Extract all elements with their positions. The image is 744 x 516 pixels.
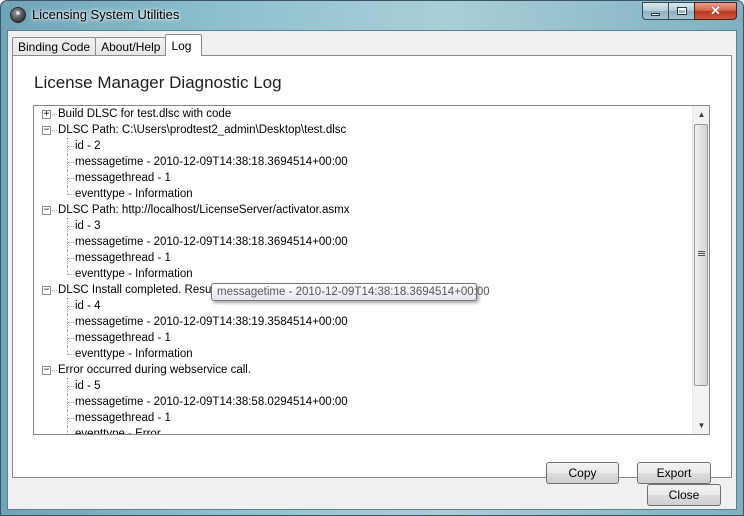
tree-connector — [68, 418, 74, 419]
tree-leaf[interactable]: eventtype - Information — [34, 186, 691, 202]
tree-node-tooltip: messagetime - 2010-12-09T14:38:18.369451… — [211, 283, 490, 301]
tree-leaf-label: eventtype - Information — [75, 348, 193, 360]
tab-binding-code[interactable]: Binding Code — [12, 37, 97, 56]
tree-leaf[interactable]: messagethread - 1 — [34, 330, 691, 346]
tree-leaf-label: eventtype - Information — [75, 268, 193, 280]
tree-connector — [67, 346, 68, 354]
tree-leaf-label: id - 5 — [75, 380, 101, 392]
collapse-icon[interactable]: − — [42, 126, 51, 135]
tree-connector — [52, 210, 57, 211]
app-window: Licensing System Utilities ✕ Binding Cod… — [0, 0, 744, 516]
tree-leaf[interactable]: eventtype - Information — [34, 346, 691, 362]
tree-connector — [68, 306, 74, 307]
caption-buttons: ✕ — [642, 2, 737, 20]
tree-leaf-label: messagethread - 1 — [75, 172, 171, 184]
tree-connector — [68, 386, 74, 387]
tree-leaf-label: eventtype - Error — [75, 428, 161, 434]
tree-rows: + Build DLSC for test.dlsc with code − DLSC… — [34, 106, 691, 434]
grip-icon — [698, 251, 705, 257]
tree-connector — [68, 226, 74, 227]
tree-leaf-label: messagethread - 1 — [75, 332, 171, 344]
close-icon: ✕ — [710, 3, 721, 18]
tree-connector — [68, 354, 74, 355]
maximize-button[interactable] — [668, 2, 694, 20]
copy-button[interactable]: Copy — [546, 462, 619, 484]
expand-icon[interactable]: + — [42, 110, 51, 119]
tree-connector — [68, 194, 74, 195]
tree-connector — [68, 242, 74, 243]
tab-log[interactable]: Log — [165, 34, 203, 56]
tree-leaf[interactable]: messagethread - 1 — [34, 170, 691, 186]
tree-leaf-label: messagetime - 2010-12-09T14:38:58.029451… — [75, 396, 348, 408]
tree-node[interactable]: − DLSC Path: http://localhost/LicenseServ… — [34, 202, 691, 218]
tree-connector — [52, 114, 57, 115]
close-button[interactable]: Close — [647, 484, 721, 506]
tree-node[interactable]: − DLSC Path: C:\Users\prodtest2_admin\Des… — [34, 122, 691, 138]
tree-leaf[interactable]: eventtype - Error — [34, 426, 691, 434]
tree-leaf-label: messagethread - 1 — [75, 412, 171, 424]
tree-leaf-label: id - 3 — [75, 220, 101, 232]
tree-leaf-label: id - 2 — [75, 140, 101, 152]
tree-leaf[interactable]: messagetime - 2010-12-09T14:38:58.029451… — [34, 394, 691, 410]
collapse-icon[interactable]: − — [42, 206, 51, 215]
tree-connector — [67, 186, 68, 194]
tree-leaf-label: messagetime - 2010-12-09T14:38:18.369451… — [75, 156, 348, 168]
tree-leaf[interactable]: messagethread - 1 — [34, 250, 691, 266]
tree-connector — [52, 370, 57, 371]
tree-leaf-label: messagetime - 2010-12-09T14:38:18.369451… — [75, 236, 348, 248]
tree-node-label: Build DLSC for test.dlsc with code — [58, 108, 232, 120]
tree-node-label: DLSC Path: C:\Users\prodtest2_admin\Desk… — [58, 124, 347, 136]
close-window-button[interactable]: ✕ — [694, 2, 737, 20]
vertical-scrollbar[interactable]: ▲ ▼ — [692, 106, 709, 434]
tree-connector — [52, 290, 57, 291]
tree-leaf[interactable]: id - 2 — [34, 138, 691, 154]
tree-leaf[interactable]: id - 3 — [34, 218, 691, 234]
title-bar[interactable]: Licensing System Utilities ✕ — [1, 1, 743, 29]
tree-node[interactable]: − Error occurred during webservice call. — [34, 362, 691, 378]
scroll-down-icon[interactable]: ▼ — [693, 417, 709, 434]
tree-leaf-label: eventtype - Information — [75, 188, 193, 200]
collapse-icon[interactable]: − — [42, 366, 51, 375]
tree-node-label: Error occurred during webservice call. — [58, 364, 252, 376]
tree-leaf[interactable]: id - 5 — [34, 378, 691, 394]
tab-strip: Binding Code About/Help Log — [12, 34, 203, 56]
tree-connector — [68, 146, 74, 147]
scroll-up-icon[interactable]: ▲ — [693, 106, 709, 123]
tree-connector — [68, 258, 74, 259]
tree-connector — [67, 426, 68, 434]
tree-node-label: DLSC Path: http://localhost/LicenseServe… — [58, 204, 350, 216]
tree-connector — [68, 274, 74, 275]
collapse-icon[interactable]: − — [42, 286, 51, 295]
log-tab-panel: License Manager Diagnostic Log + Build DL… — [12, 55, 732, 484]
tree-leaf-label: id - 4 — [75, 300, 101, 312]
tree-connector — [68, 178, 74, 179]
tree-leaf[interactable]: messagetime - 2010-12-09T14:38:18.369451… — [34, 154, 691, 170]
tree-leaf[interactable]: messagethread - 1 — [34, 410, 691, 426]
tree-connector — [67, 266, 68, 274]
tree-leaf[interactable]: messagetime - 2010-12-09T14:38:19.358451… — [34, 314, 691, 330]
export-button[interactable]: Export — [637, 462, 711, 484]
tree-leaf[interactable]: messagetime - 2010-12-09T14:38:18.369451… — [34, 234, 691, 250]
client-area: Binding Code About/Help Log License Manage… — [7, 30, 737, 510]
tree-connector — [68, 162, 74, 163]
tree-connector — [68, 322, 74, 323]
page-title: License Manager Diagnostic Log — [34, 73, 282, 92]
tree-connector — [52, 130, 57, 131]
tree-leaf-label: messagethread - 1 — [75, 252, 171, 264]
minimize-button[interactable] — [642, 2, 668, 20]
tree-connector — [68, 402, 74, 403]
tree-connector — [68, 338, 74, 339]
minimize-icon — [651, 12, 660, 16]
tree-leaf-label: messagetime - 2010-12-09T14:38:19.358451… — [75, 316, 348, 328]
scrollbar-thumb[interactable] — [694, 124, 708, 386]
tree-leaf[interactable]: eventtype - Information — [34, 266, 691, 282]
tree-node[interactable]: + Build DLSC for test.dlsc with code — [34, 106, 691, 122]
app-lock-icon — [10, 7, 26, 23]
window-title: Licensing System Utilities — [32, 7, 180, 22]
tab-about-help[interactable]: About/Help — [95, 37, 167, 56]
log-tree-view[interactable]: + Build DLSC for test.dlsc with code − DLSC… — [33, 105, 710, 435]
maximize-icon — [676, 7, 687, 15]
